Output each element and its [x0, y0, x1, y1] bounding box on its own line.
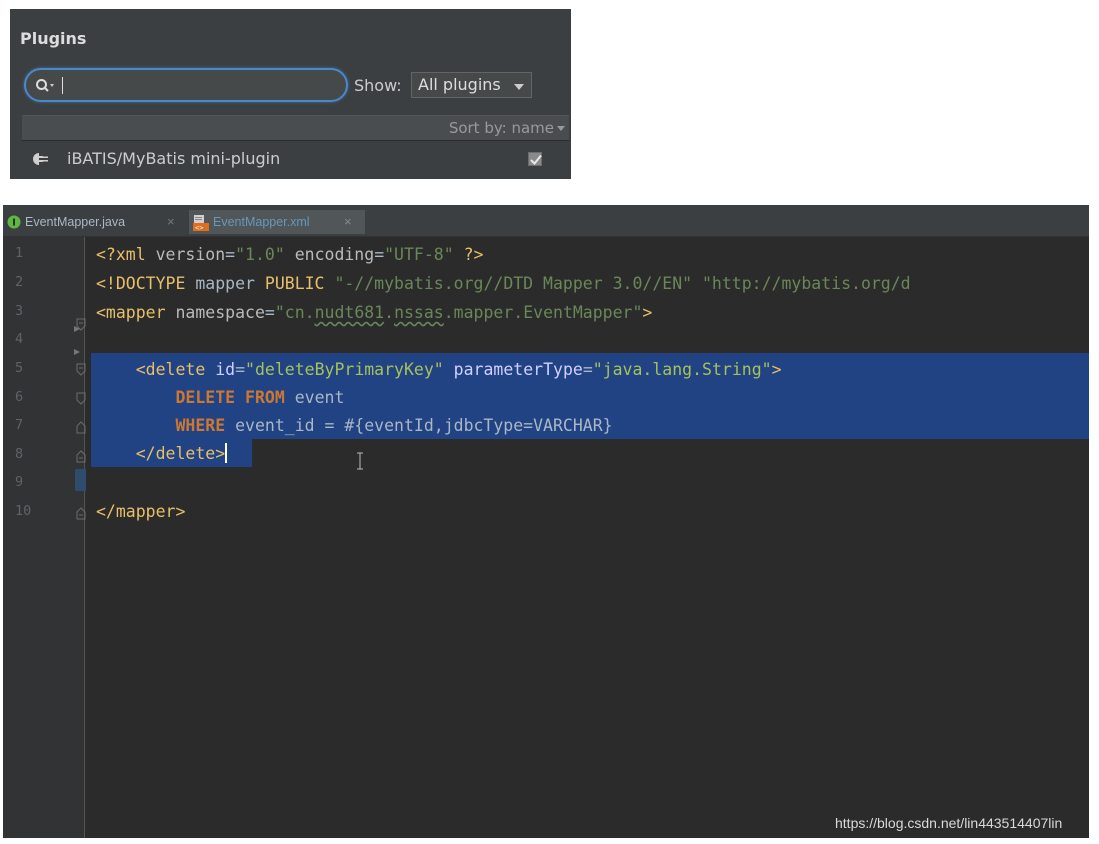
plugins-title: Plugins [20, 29, 87, 48]
ibeam-cursor-icon [357, 452, 363, 470]
sort-by-dropdown[interactable]: Sort by: name [449, 119, 565, 137]
text-cursor [225, 443, 228, 463]
chevron-down-icon [514, 84, 524, 90]
watermark-url: https://blog.csdn.net/lin443514407lin [835, 815, 1063, 831]
text-caret [62, 77, 63, 94]
checkmark-icon [530, 154, 542, 165]
code-line-6: DELETE FROM event [175, 388, 345, 407]
plugin-list-item[interactable]: iBATIS/MyBatis mini-plugin [22, 141, 542, 177]
show-filter-value: All plugins [418, 75, 501, 94]
code-line-5: <delete id="deleteByPrimaryKey" paramete… [135, 360, 782, 379]
search-icon[interactable] [35, 78, 55, 94]
sort-by-label: Sort by: name [448, 119, 554, 137]
plugin-icon [32, 150, 50, 168]
code-line-2: <!DOCTYPE mapper PUBLIC "-//mybatis.org/… [96, 274, 911, 293]
code-line-10: </mapper> [96, 502, 186, 521]
code-editor: EventMapper.java × <> EventMapper.xml × … [3, 205, 1089, 838]
sort-arrow-icon [557, 126, 565, 131]
plugins-panel: Plugins Show: All plugins Sort by: name … [10, 9, 571, 179]
code-line-7: WHERE event_id = #{eventId,jdbcType=VARC… [175, 416, 613, 435]
code-line-3: <mapper namespace="cn.nudt681.nssas.mapp… [96, 303, 653, 322]
code-line-1: <?xml version="1.0" encoding="UTF-8" ?> [96, 245, 484, 264]
plugin-search-input[interactable] [24, 68, 348, 102]
plugin-list-header: Sort by: name [22, 115, 569, 141]
plugin-enabled-checkbox[interactable] [528, 152, 542, 166]
show-label: Show: [354, 76, 402, 95]
plugin-name: iBATIS/MyBatis mini-plugin [67, 149, 281, 168]
code-line-8: </delete> [135, 443, 228, 463]
code-area[interactable]: <?xml version="1.0" encoding="UTF-8" ?> … [3, 205, 1089, 838]
show-filter-dropdown[interactable]: All plugins [411, 72, 532, 98]
